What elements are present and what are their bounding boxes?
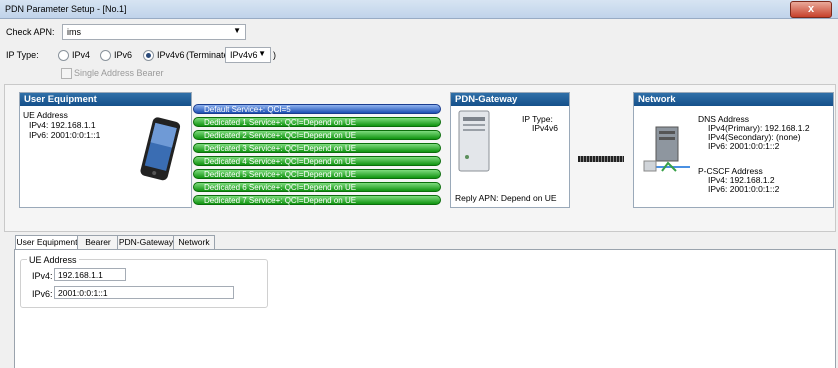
ipv4-label: IPv4: [32,271,53,281]
service-bar-dedicated-2[interactable]: Dedicated 2 Service+: QCI=Depend on UE [193,130,441,140]
service-bar-dedicated-4[interactable]: Dedicated 4 Service+: QCI=Depend on UE [193,156,441,166]
service-bar-dedicated-1[interactable]: Dedicated 1 Service+: QCI=Depend on UE [193,117,441,127]
chevron-down-icon: ▼ [258,49,266,58]
service-bar-dedicated-6[interactable]: Dedicated 6 Service+: QCI=Depend on UE [193,182,441,192]
pgw-reply-apn: Reply APN: Depend on UE [455,193,557,203]
ipv4-input[interactable]: 192.168.1.1 [54,268,126,281]
tab-pdn-gateway[interactable]: PDN-Gateway [117,235,175,249]
terminate-value: IPv4v6 [230,50,258,60]
pcscf-ipv6: IPv6: 2001:0:0:1::2 [708,184,780,194]
ue-address-title: UE Address [23,110,68,120]
smartphone-icon [140,117,181,181]
pdn-gateway-title: PDN-Gateway [451,93,569,106]
network-panel: Network DNS Address IPv4(Primary): 192.1… [633,92,834,208]
ipv6-label: IPv6: [32,289,53,299]
radio-ipv4v6[interactable] [143,50,154,61]
title-bar: PDN Parameter Setup - [No.1] x [0,0,838,19]
service-bar-dedicated-3[interactable]: Dedicated 3 Service+: QCI=Depend on UE [193,143,441,153]
dns-ipv6: IPv6: 2001:0:0:1::2 [708,141,780,151]
ue-address-group [20,259,268,308]
service-bar-dedicated-5[interactable]: Dedicated 5 Service+: QCI=Depend on UE [193,169,441,179]
apn-combo[interactable]: ims ▼ [62,24,246,40]
tab-user-equipment[interactable]: User Equipment [15,235,79,250]
user-equipment-title: User Equipment [20,93,191,106]
network-server-icon [643,126,690,172]
service-bar-default[interactable]: Default Service+: QCI=5 [193,104,441,114]
network-title: Network [634,93,833,106]
service-bar-dedicated-7[interactable]: Dedicated 7 Service+: QCI=Depend on UE [193,195,441,205]
ue-address-group-title: UE Address [27,255,79,265]
user-equipment-panel: User Equipment UE Address IPv4: 192.168.… [19,92,192,208]
close-button[interactable]: x [790,1,832,18]
radio-ipv6[interactable] [100,50,111,61]
radio-ipv4[interactable] [58,50,69,61]
apn-value: ims [67,27,81,37]
radio-ipv6-label: IPv6 [114,50,133,60]
ip-type-label: IP Type: [6,50,39,60]
single-bearer-label: Single Address Bearer [74,68,164,78]
tab-network[interactable]: Network [173,235,215,249]
ue-ipv6: IPv6: 2001:0:0:1::1 [29,130,101,140]
single-bearer-checkbox[interactable] [61,68,72,79]
server-icon [458,110,490,172]
network-link [578,156,624,162]
terminate-close: ) [273,50,276,60]
pgw-ip-type-value: IPv4v6 [532,123,558,133]
ipv6-input[interactable]: 2001:0:0:1::1 [54,286,234,299]
pdn-gateway-panel: PDN-Gateway IP Type: IPv4v6 Reply APN: D… [450,92,570,208]
radio-ipv4-label: IPv4 [72,50,91,60]
apn-label: Check APN: [6,27,55,37]
window-title: PDN Parameter Setup - [No.1] [5,4,127,14]
tab-bearer[interactable]: Bearer [77,235,119,249]
radio-ipv4v6-label: IPv4v6 [157,50,185,60]
chevron-down-icon: ▼ [233,26,241,35]
ue-ipv4: IPv4: 192.168.1.1 [29,120,96,130]
terminate-combo[interactable]: IPv4v6 ▼ [225,47,271,63]
